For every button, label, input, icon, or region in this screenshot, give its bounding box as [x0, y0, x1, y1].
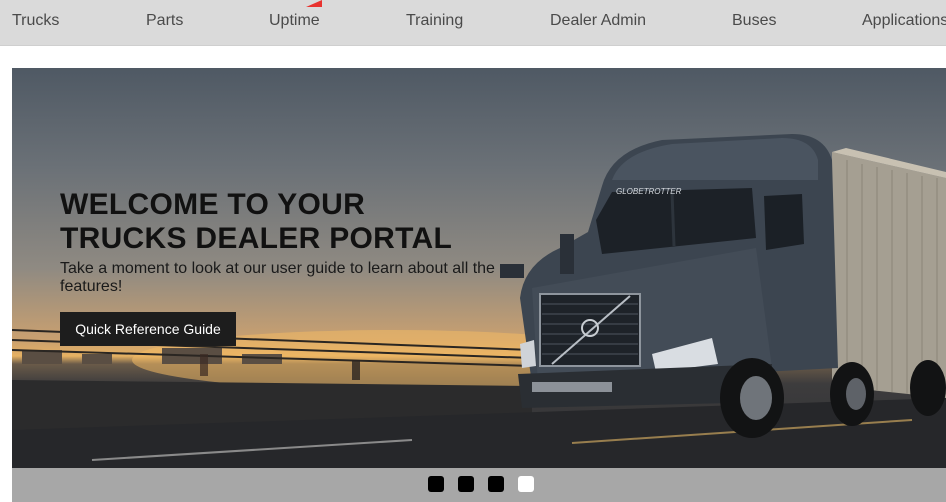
- nav-item-parts[interactable]: Parts: [146, 12, 183, 30]
- carousel-dot-1[interactable]: [428, 476, 444, 492]
- hero-title: WELCOME TO YOUR TRUCKS DEALER PORTAL: [60, 188, 510, 256]
- hero-text-block: WELCOME TO YOUR TRUCKS DEALER PORTAL Tak…: [60, 188, 510, 296]
- nav-item-uptime[interactable]: Uptime: [269, 12, 320, 30]
- truck-badge-text: GLOBETROTTER: [616, 187, 682, 196]
- hero-banner: GLOBETROTTER WELCOME TO YOUR TRUCKS DEAL…: [12, 68, 946, 468]
- quick-reference-guide-button[interactable]: Quick Reference Guide: [60, 312, 236, 346]
- top-navigation-bar: Trucks Parts Uptime Training Dealer Admi…: [0, 0, 946, 46]
- nav-item-applications[interactable]: Applications: [862, 12, 946, 30]
- nav-item-training[interactable]: Training: [406, 12, 463, 30]
- carousel-indicator-bar: [12, 468, 946, 502]
- hero-title-line-2: TRUCKS DEALER PORTAL: [60, 222, 453, 255]
- nav-item-dealer-admin[interactable]: Dealer Admin: [550, 12, 646, 30]
- nav-item-buses[interactable]: Buses: [732, 12, 776, 30]
- red-pointer-marker: [306, 0, 322, 7]
- carousel-dot-2[interactable]: [458, 476, 474, 492]
- carousel-dot-3[interactable]: [488, 476, 504, 492]
- hero-title-line-1: WELCOME TO YOUR: [60, 188, 366, 221]
- hero-subtitle: Take a moment to look at our user guide …: [60, 260, 495, 295]
- nav-item-trucks[interactable]: Trucks: [12, 12, 59, 30]
- carousel-dot-4[interactable]: [518, 476, 534, 492]
